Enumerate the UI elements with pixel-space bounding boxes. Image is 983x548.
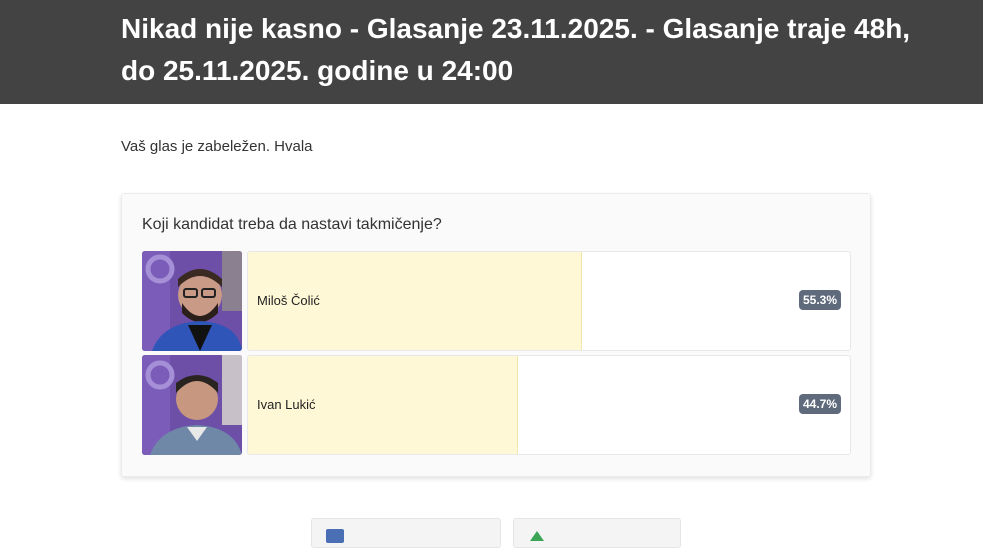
result-bar: Ivan Lukić 44.7% — [247, 355, 851, 455]
share-button[interactable] — [513, 518, 681, 548]
poll-question: Koji kandidat treba da nastavi takmičenj… — [142, 216, 442, 233]
poll-card: Koji kandidat treba da nastavi takmičenj… — [121, 193, 871, 477]
candidate-avatar — [142, 355, 242, 455]
poll-option-milos: Miloš Čolić 55.3% — [142, 251, 851, 351]
candidate-avatar — [142, 251, 242, 351]
percent-badge: 55.3% — [798, 290, 841, 310]
page-header: Nikad nije kasno - Glasanje 23.11.2025. … — [0, 0, 983, 104]
poll-option-ivan: Ivan Lukić 44.7% — [142, 355, 851, 455]
result-bar: Miloš Čolić 55.3% — [247, 251, 851, 351]
page-title: Nikad nije kasno - Glasanje 23.11.2025. … — [121, 13, 911, 86]
facebook-share-button[interactable] — [311, 518, 501, 548]
option-name: Ivan Lukić — [257, 397, 316, 412]
option-name: Miloš Čolić — [257, 293, 320, 308]
facebook-icon — [326, 529, 344, 543]
percent-badge: 44.7% — [798, 394, 841, 414]
vote-confirmation-message: Vaš glas je zabeležen. Hvala — [121, 138, 313, 155]
share-icon — [530, 531, 544, 541]
